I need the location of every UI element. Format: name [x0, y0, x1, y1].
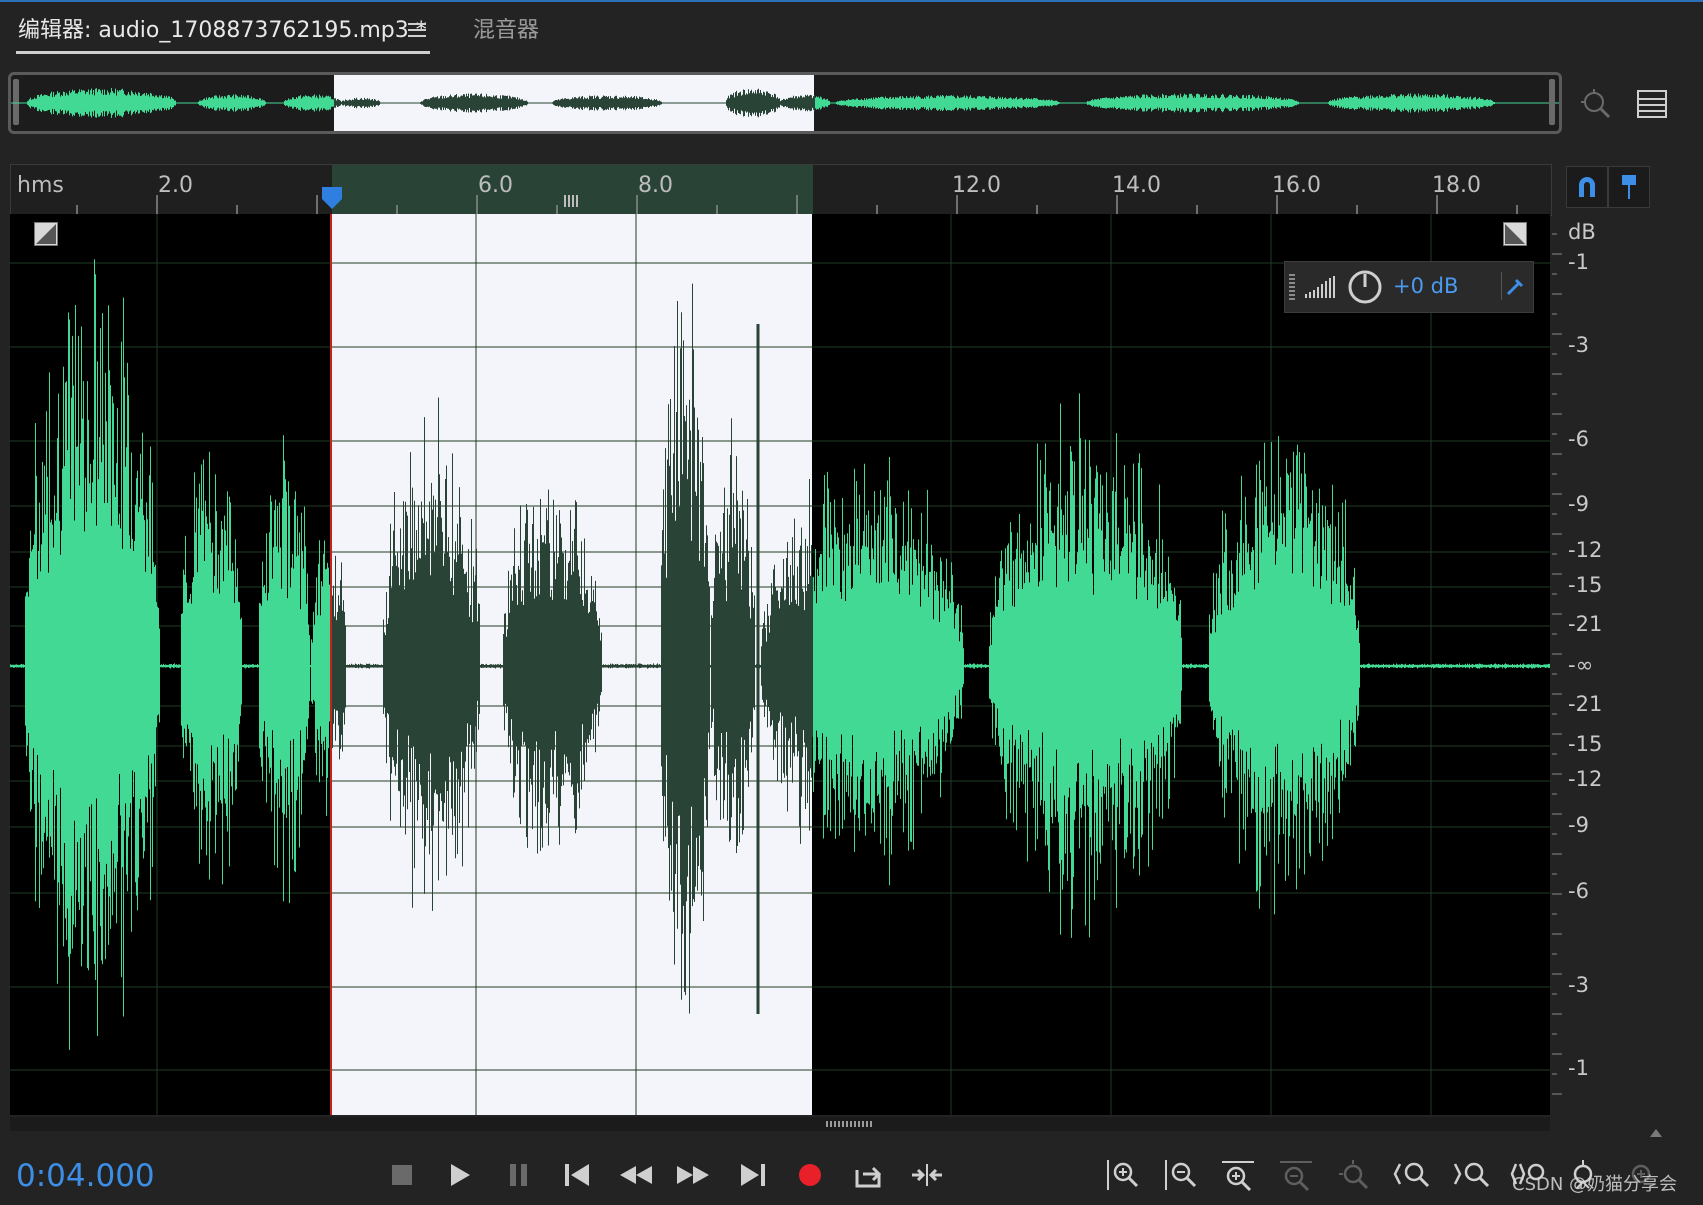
zoom-out-full-icon[interactable] — [1332, 1155, 1376, 1195]
db-label: -21 — [1568, 612, 1603, 636]
scrollbar-grip[interactable] — [826, 1121, 874, 1127]
playhead-marker-icon[interactable] — [322, 187, 342, 209]
play-button[interactable] — [438, 1155, 482, 1195]
db-scale-ticks — [1552, 233, 1562, 1095]
db-label: -21 — [1568, 692, 1603, 716]
marker-pin-icon[interactable] — [1608, 166, 1650, 208]
overview-waveform — [11, 88, 1559, 118]
stop-button[interactable] — [380, 1155, 424, 1195]
time-ruler[interactable]: hms 2.0 6.0 8.0 12.0 14.0 16.0 18.0 — [10, 164, 1552, 216]
zoom-out-time-icon[interactable] — [1274, 1155, 1318, 1195]
panel-tabs: 编辑器: audio_1708873762195.mp3 * 混音器 — [0, 2, 1703, 58]
view-list-icon[interactable] — [1630, 82, 1674, 126]
audio-waveform — [10, 259, 1550, 1050]
scroll-up-icon[interactable] — [1650, 1122, 1662, 1137]
active-tab-indicator — [16, 51, 430, 54]
skip-silence-button[interactable] — [905, 1155, 949, 1195]
zoom-selection-icon[interactable] — [1574, 82, 1618, 126]
db-scale-unit: dB — [1568, 220, 1596, 244]
db-label: -15 — [1568, 732, 1603, 756]
playhead-line[interactable] — [330, 214, 332, 1115]
selection-grip-icon[interactable] — [564, 195, 578, 207]
fade-in-handle-icon[interactable] — [34, 222, 58, 246]
horizontal-scrollbar[interactable] — [10, 1117, 1550, 1131]
pause-button[interactable] — [497, 1155, 541, 1195]
loop-playback-button[interactable] — [846, 1155, 890, 1195]
zoom-out-point-icon[interactable] — [1450, 1155, 1494, 1195]
ruler-ticks — [76, 195, 1518, 215]
tab-menu-icon[interactable] — [408, 23, 426, 37]
zoom-out-amplitude-icon[interactable] — [1158, 1155, 1202, 1195]
skip-to-end-button[interactable] — [731, 1155, 775, 1195]
fast-forward-button[interactable] — [671, 1155, 715, 1195]
tab-editor[interactable]: 编辑器: audio_1708873762195.mp3 * — [18, 12, 427, 44]
waveform-display[interactable] — [10, 214, 1550, 1115]
zoom-in-amplitude-icon[interactable] — [1100, 1155, 1144, 1195]
zoom-in-time-icon[interactable] — [1216, 1155, 1260, 1195]
hud-drag-grip-icon[interactable] — [1289, 274, 1295, 300]
snap-magnet-icon[interactable] — [1566, 166, 1608, 208]
level-meter-icon — [1305, 276, 1337, 302]
db-scale: dB -1 -3 -6 -9 -12 -15 -21 -∞ -21 -15 -1… — [1552, 214, 1703, 1119]
amplitude-knob-icon[interactable] — [1347, 269, 1383, 309]
tab-mixer[interactable]: 混音器 — [473, 12, 539, 44]
watermark-text: CSDN @奶猫分享会 — [1512, 1174, 1678, 1195]
amplitude-value[interactable]: +0 dB — [1393, 274, 1458, 298]
skip-to-start-button[interactable] — [555, 1155, 599, 1195]
db-label: -12 — [1568, 767, 1603, 791]
hud-pin-icon[interactable] — [1501, 272, 1528, 300]
zoom-in-point-icon[interactable] — [1390, 1155, 1434, 1195]
overview-right-handle[interactable] — [1549, 79, 1555, 125]
timecode-display[interactable]: 0:04.000 — [16, 1158, 155, 1194]
fade-out-handle-icon[interactable] — [1503, 222, 1527, 246]
rewind-button[interactable] — [614, 1155, 658, 1195]
amplitude-hud[interactable]: +0 dB — [1284, 261, 1534, 313]
db-label: -12 — [1568, 538, 1603, 562]
waveform-overview[interactable] — [8, 72, 1562, 134]
record-button[interactable] — [788, 1155, 832, 1195]
db-label: -15 — [1568, 573, 1603, 597]
